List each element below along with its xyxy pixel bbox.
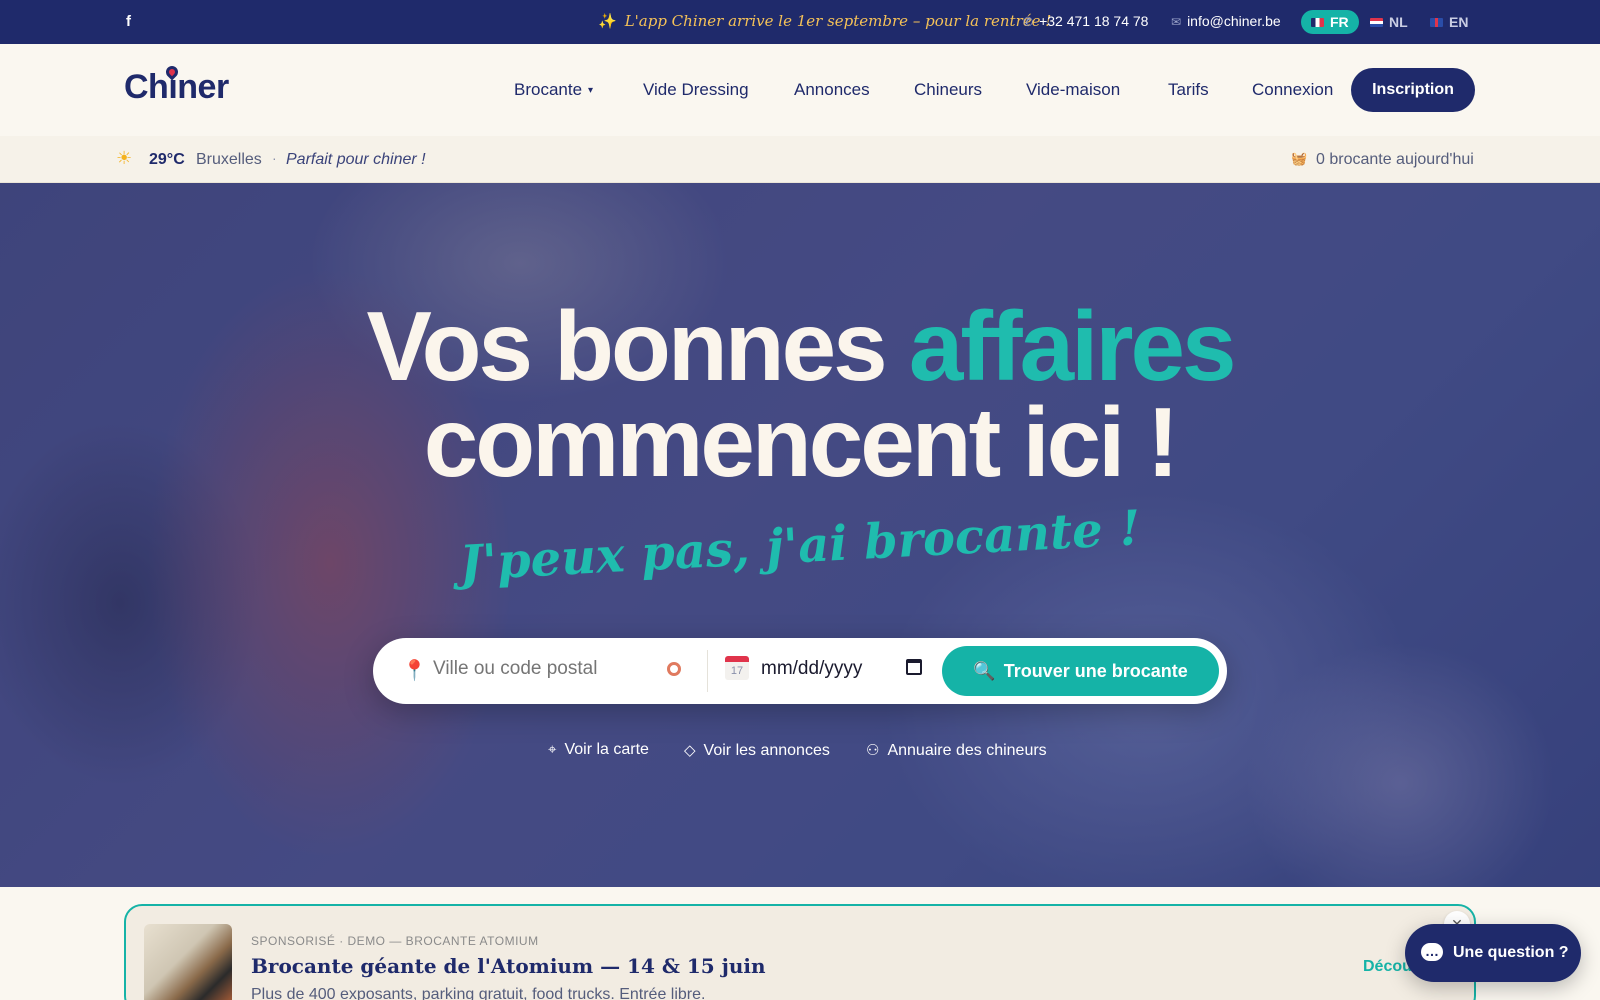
sponsored-title: Brocante géante de l'Atomium — 14 & 15 j…	[251, 954, 766, 978]
quick-link-annuaire[interactable]: ⚇ Annuaire des chineurs	[866, 741, 1047, 760]
chat-button[interactable]: Une question ?	[1405, 922, 1581, 982]
phone-icon: ✆	[1023, 15, 1034, 29]
quick-link-map[interactable]: ⌖ Voir la carte	[548, 741, 649, 759]
signup-button[interactable]: Inscription	[1351, 68, 1475, 112]
location-pin-icon: 📍	[402, 660, 427, 682]
language-nl[interactable]: NL	[1360, 10, 1418, 34]
separator-dot: ·	[272, 150, 277, 166]
nav-annonces[interactable]: Annonces	[794, 80, 870, 100]
date-picker-icon[interactable]	[906, 659, 922, 675]
nav-brocante[interactable]: Brocante ▾	[514, 80, 593, 100]
mail-icon: ✉	[1171, 15, 1182, 29]
sparkle-icon: ✨	[598, 12, 617, 30]
nav-vide-dressing[interactable]: Vide Dressing	[643, 80, 749, 100]
sponsored-card[interactable]: SPONSORISÉ · DEMO — BROCANTE ATOMIUM Bro…	[124, 904, 1476, 1000]
facebook-icon[interactable]: f	[126, 13, 131, 30]
language-en[interactable]: EN	[1420, 10, 1478, 34]
email-contact[interactable]: ✉ info@chiner.be	[1171, 13, 1281, 29]
quick-link-annonces[interactable]: ◇ Voir les annonces	[684, 741, 830, 760]
weather-strip: ☀ 29°C Bruxelles · Parfait pour chiner !…	[0, 136, 1600, 183]
france-flag-icon	[1311, 18, 1324, 27]
date-input[interactable]: mm/dd/yyyy	[761, 658, 862, 680]
today-brocante-count: 0 brocante aujourd'hui	[1316, 151, 1474, 168]
users-icon: ⚇	[866, 742, 880, 759]
top-bar: f ✨ L'app Chiner arrive le 1er septembre …	[0, 0, 1600, 44]
main-header: Chiner Brocante ▾ Vide Dressing Annonces …	[0, 44, 1600, 136]
app-announcement: ✨ L'app Chiner arrive le 1er septembre – …	[598, 12, 1052, 30]
search-bar: 📍 17 mm/dd/yyyy 🔍Trouver une brocante	[373, 638, 1227, 704]
phone-contact[interactable]: ✆ +32 471 18 74 78	[1023, 13, 1148, 29]
find-brocante-button[interactable]: 🔍 Trouver une brocante	[942, 646, 1219, 696]
nav-tarifs[interactable]: Tarifs	[1168, 80, 1209, 100]
basket-icon: 🧺	[1291, 151, 1308, 166]
weather-city: Bruxelles	[196, 151, 262, 168]
nav-chineurs[interactable]: Chineurs	[914, 80, 982, 100]
weather-tip: Parfait pour chiner !	[286, 151, 426, 168]
weather-temperature: 29°C	[149, 151, 185, 168]
sponsored-description: Plus de 400 exposants, parking gratuit, …	[251, 986, 706, 1000]
nav-vide-maison[interactable]: Vide-maison	[1026, 80, 1120, 100]
tag-icon: ◇	[684, 742, 696, 759]
city-input[interactable]	[433, 658, 653, 680]
language-fr[interactable]: FR	[1301, 10, 1359, 34]
search-icon: 🔍	[973, 661, 996, 681]
hero-section: Vos bonnes affaires commencent ici ! J'p…	[0, 183, 1600, 887]
sponsored-discover-link[interactable]: Décou	[1363, 958, 1412, 976]
netherlands-flag-icon	[1370, 18, 1383, 27]
sponsored-meta: SPONSORISÉ · DEMO — BROCANTE ATOMIUM	[251, 934, 539, 948]
geolocate-icon[interactable]	[667, 662, 681, 676]
search-divider	[707, 650, 708, 692]
hero-title: Vos bonnes affaires commencent ici !	[366, 291, 1236, 497]
sun-icon: ☀	[116, 148, 133, 168]
map-pin-icon: ⌖	[548, 741, 557, 758]
sponsored-thumbnail	[144, 924, 232, 1000]
chat-bubble-icon	[1421, 922, 1443, 980]
uk-flag-icon	[1430, 18, 1443, 27]
calendar-icon: 17	[725, 656, 749, 680]
nav-connexion[interactable]: Connexion	[1252, 80, 1333, 100]
chevron-down-icon: ▾	[588, 85, 594, 96]
hero-title-accent: affaires	[908, 291, 1237, 401]
